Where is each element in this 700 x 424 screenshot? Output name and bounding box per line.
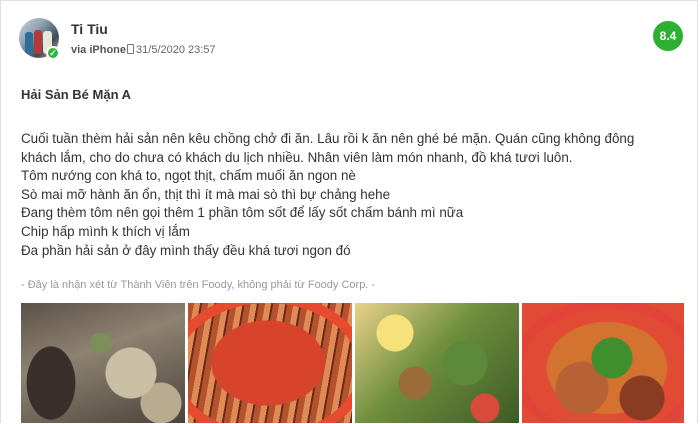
review-photos — [21, 303, 697, 423]
via-device: via iPhone — [71, 44, 127, 56]
tom-nuong-photo[interactable] — [188, 303, 352, 423]
mai-mo-hanh-photo[interactable] — [21, 303, 185, 423]
username[interactable]: Ti Tiu — [71, 21, 108, 37]
review-disclaimer: - Đây là nhận xét từ Thành Viên trên Foo… — [21, 279, 376, 291]
review-line: Tôm nướng con khá to, ngọt thịt, chấm mu… — [21, 168, 356, 184]
review-title[interactable]: Hải Sản Bé Mặn A — [21, 87, 131, 102]
tom-sot-photo[interactable] — [522, 303, 684, 423]
review-body: Cuối tuần thèm hải sản nên kêu chồng chở… — [21, 130, 691, 260]
review-meta: via iPhone 31/5/2020 23:57 — [71, 44, 216, 56]
check-badge-icon: ✓ — [46, 46, 60, 60]
review-line: khách lắm, cho do chưa có khách du lịch … — [21, 149, 573, 165]
plate-rim — [188, 303, 352, 423]
plate-rim — [522, 303, 684, 423]
avatar-detail — [25, 32, 33, 54]
review-line: Chip hấp mình k thích vị lắm — [21, 223, 190, 239]
review-line: Cuối tuần thèm hải sản nên kêu chồng chở… — [21, 131, 635, 146]
phone-icon — [127, 44, 135, 54]
salad-photo[interactable] — [355, 303, 519, 423]
review-score-badge: 8.4 — [653, 21, 683, 51]
review-line: Đa phần hải sản ở đây mình thấy đều khá … — [21, 242, 351, 258]
avatar-detail — [34, 30, 42, 54]
review-card: ✓ Ti Tiu via iPhone 31/5/2020 23:57 8.4 H… — [0, 0, 698, 423]
review-line: Đang thèm tôm nên gọi thêm 1 phần tôm số… — [21, 205, 464, 221]
review-line: Sò mai mỡ hành ăn ổn, thịt thì ít mà mai… — [21, 186, 391, 202]
review-timestamp: 31/5/2020 23:57 — [136, 44, 216, 56]
